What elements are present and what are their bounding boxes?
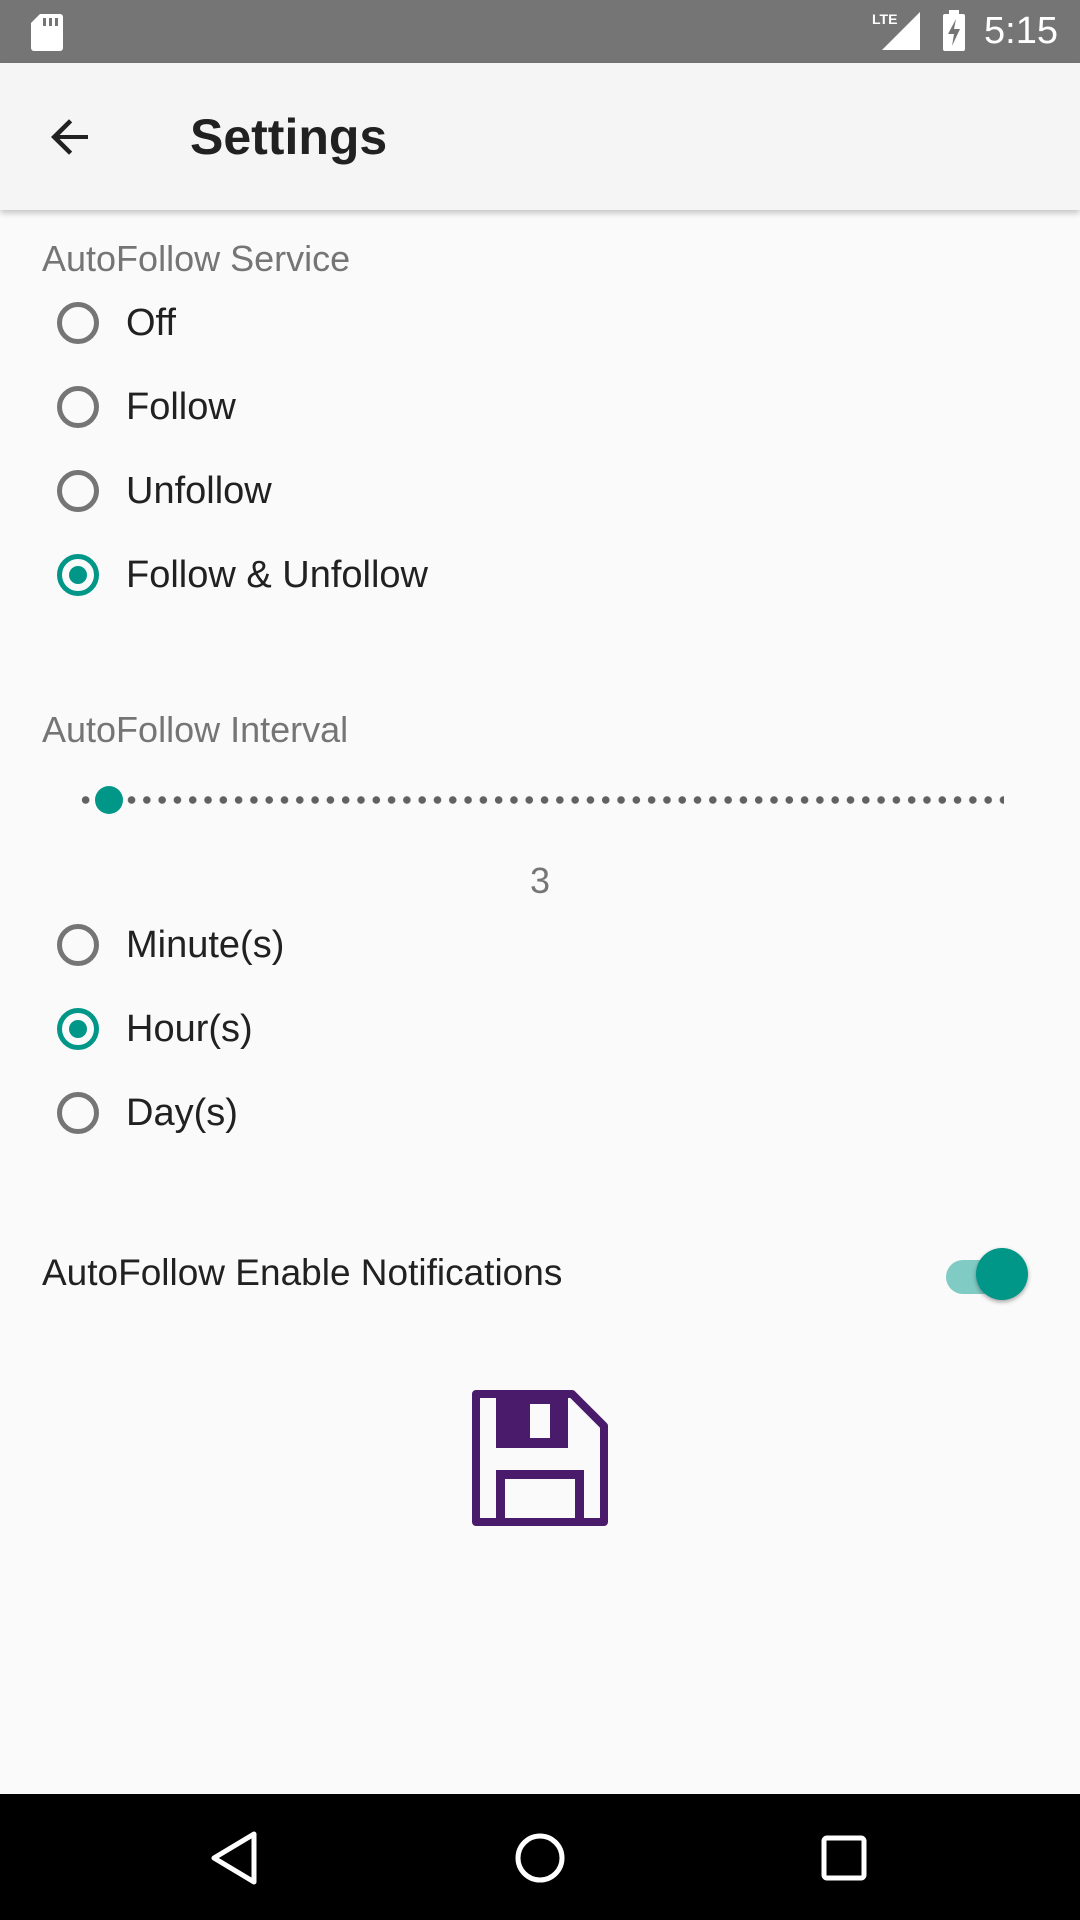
save-button[interactable] [472, 1390, 608, 1526]
radio-label: Unfollow [126, 470, 272, 512]
radio-button-checked [57, 1008, 99, 1050]
nav-home-icon [515, 1833, 565, 1883]
notifications-label: AutoFollow Enable Notifications [42, 1252, 563, 1293]
status-bar: LTE 5:15 [0, 0, 1080, 63]
network-label: LTE [872, 11, 897, 27]
slider-tick-marks [78, 796, 1004, 804]
arrow-back-icon [51, 119, 88, 155]
radio-label: Day(s) [126, 1092, 238, 1134]
unit-option-days[interactable]: Day(s) [52, 1076, 752, 1156]
radio-label: Hour(s) [126, 1008, 253, 1050]
radio-button [57, 386, 99, 428]
status-clock: 5:15 [984, 10, 1058, 52]
radio-button-checked [57, 554, 99, 596]
radio-button [57, 302, 99, 344]
interval-slider[interactable] [78, 780, 1004, 820]
radio-button [57, 470, 99, 512]
unit-option-minutes[interactable]: Minute(s) [52, 908, 752, 988]
service-option-off[interactable]: Off [52, 286, 752, 366]
lte-signal-icon: LTE [872, 11, 920, 50]
slider-thumb[interactable] [94, 786, 123, 814]
service-option-unfollow[interactable]: Unfollow [52, 454, 752, 534]
service-option-follow-unfollow[interactable]: Follow & Unfollow [52, 538, 752, 618]
back-button[interactable] [26, 105, 122, 169]
page-title: Settings [190, 109, 388, 165]
radio-button [57, 1092, 99, 1134]
radio-label: Off [126, 302, 176, 344]
nav-recents-icon [821, 1835, 867, 1881]
interval-section-label: AutoFollow Interval [42, 709, 349, 750]
sd-card-icon [31, 14, 63, 51]
nav-recents-button[interactable] [804, 1822, 884, 1894]
slider-value: 3 [529, 860, 551, 901]
notifications-switch[interactable] [944, 1246, 1030, 1306]
radio-label: Follow & Unfollow [126, 554, 428, 596]
service-section-label: AutoFollow Service [42, 238, 351, 279]
service-option-follow[interactable]: Follow [52, 370, 752, 450]
nav-back-button[interactable] [196, 1822, 276, 1894]
radio-label: Follow [126, 386, 236, 428]
battery-charging-icon [943, 10, 965, 51]
floppy-disk-save-icon [472, 1390, 608, 1526]
navigation-bar [0, 1794, 1080, 1920]
app-bar: Settings [0, 63, 1080, 210]
radio-button [57, 924, 99, 966]
unit-option-hours[interactable]: Hour(s) [52, 992, 752, 1072]
nav-home-button[interactable] [500, 1822, 580, 1894]
radio-label: Minute(s) [126, 924, 285, 966]
switch-thumb [976, 1248, 1028, 1300]
nav-back-icon [211, 1831, 257, 1885]
